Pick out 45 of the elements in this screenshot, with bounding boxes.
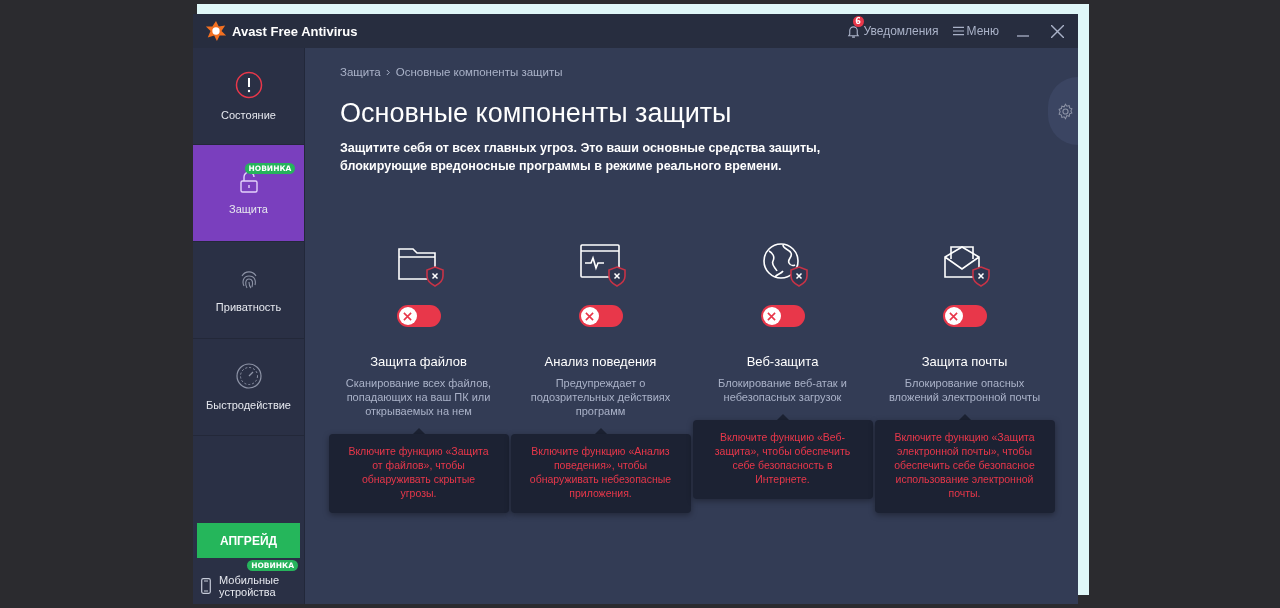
minimize-icon xyxy=(1017,35,1029,37)
component-description: Блокирование веб-атак и небезопасных загрузок xyxy=(717,376,848,404)
component-title: Защита файлов xyxy=(370,354,467,369)
sidebar-label: Приватность xyxy=(215,301,282,313)
x-icon xyxy=(767,311,776,321)
page-heading: Основные компоненты защиты xyxy=(340,98,732,129)
component-title: Веб-защита xyxy=(746,354,819,369)
lock-icon xyxy=(238,171,259,193)
toggle-switch[interactable] xyxy=(942,305,987,327)
menu-icon xyxy=(952,26,964,36)
warning-tooltip: Включите функцию «Защита от файлов», чтобы обнаруживать скрытые угрозы. xyxy=(328,434,509,513)
warning-tooltip: Включите функцию «Защита электронной почты», чтобы обеспечить себе безопасное использование электронной почты. xyxy=(874,420,1055,513)
sidebar-label: Защита xyxy=(229,203,268,215)
toggle-switch[interactable] xyxy=(760,305,805,327)
settings-icon xyxy=(1056,102,1074,120)
window-title: Avast Free Antivirus xyxy=(232,23,358,39)
mobile-devices-label: Мобильные устройства xyxy=(219,574,281,598)
app-logo-icon xyxy=(205,20,227,42)
page-description: Защитите себя от всех главных угроз. Это ваши основные средства защиты, блокирующие вредоносные программы в режиме реального времени. xyxy=(340,140,822,175)
warning-tooltip: Включите функцию «Анализ поведения», чтобы обнаруживать небезопасные приложения. xyxy=(510,434,691,513)
menu-button[interactable]: Меню xyxy=(952,24,999,38)
breadcrumb-link[interactable]: Защита xyxy=(340,66,381,78)
alert-icon xyxy=(234,71,263,99)
component-title: Защита почты xyxy=(921,354,1008,369)
toggle-switch[interactable] xyxy=(578,305,623,327)
sidebar-label: Состояние xyxy=(221,109,276,121)
close-icon xyxy=(1051,24,1064,38)
phone-icon xyxy=(201,578,211,594)
x-icon xyxy=(585,311,594,321)
toggle-switch[interactable] xyxy=(396,305,441,327)
sidebar-item[interactable]: Быстродействие xyxy=(193,339,304,436)
warning-tooltip: Включите функцию «Веб-защита», чтобы обеспечить себе безопасность в Интернете. xyxy=(692,420,873,499)
breadcrumb-current: Основные компоненты защиты xyxy=(395,66,563,78)
bell-icon xyxy=(845,23,861,39)
component-description: Предупреждает о подозрительных действиях программ xyxy=(529,376,672,418)
chevron-icon xyxy=(385,68,391,76)
sidebar-item[interactable]: Приватность xyxy=(193,242,304,339)
notification-badge: 6 xyxy=(852,15,864,27)
component-description: Блокирование опасных вложений электронной почты xyxy=(887,376,1042,404)
x-icon xyxy=(403,311,412,321)
component-title: Анализ поведения xyxy=(544,354,657,369)
speedometer-icon xyxy=(235,363,262,389)
x-icon xyxy=(949,311,958,321)
component-description: Сканирование всех файлов, попадающих на ваш ПК или открываемых на нем xyxy=(344,376,493,418)
sidebar-label: Быстродействие xyxy=(206,399,291,411)
